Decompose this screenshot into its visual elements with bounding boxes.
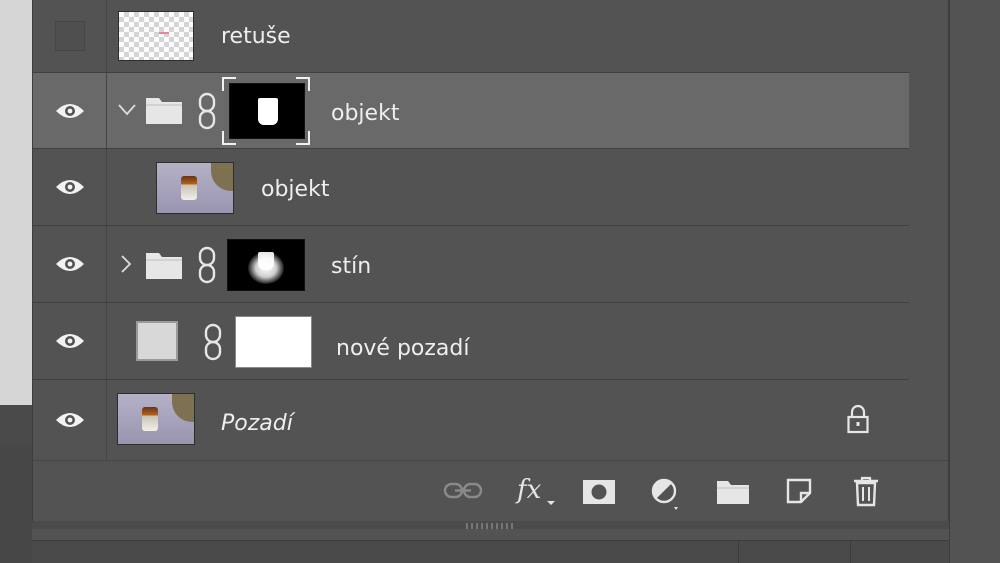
mask-jar-shape [258,252,274,270]
layer-mask-thumbnail[interactable] [227,239,305,291]
folder-icon [146,98,182,124]
layer-row-stin-group[interactable]: stín [33,226,909,303]
layer-thumbnail[interactable] [118,11,194,61]
delete-layer-icon[interactable] [851,475,881,507]
layer-thumbnail[interactable] [156,162,234,214]
eye-icon[interactable] [54,410,86,430]
photo-cloth [172,394,194,422]
layer-name[interactable]: retuše [221,24,291,49]
visibility-toggle[interactable] [33,0,107,72]
layer-mask-thumbnail[interactable] [235,316,312,368]
layer-row-objekt-group[interactable]: objekt [33,73,909,149]
fx-icon[interactable]: fx [515,473,555,507]
visibility-toggle[interactable] [33,226,107,302]
layer-name[interactable]: stín [331,254,371,279]
document-canvas-edge [0,0,32,405]
eye-icon[interactable] [54,101,86,121]
link-layers-icon[interactable] [443,480,483,502]
fill-color-swatch[interactable] [136,321,178,361]
adjustment-layer-icon[interactable] [650,477,682,511]
folder-icon [146,253,182,279]
mask-selection-frame [296,77,310,91]
photo-cloth [211,163,233,191]
panel-resize-grip[interactable] [466,523,514,529]
mask-selection-frame [296,131,310,145]
layers-panel: retuše objekt objekt stín nové pozadí Po… [32,0,949,521]
layer-thumbnail[interactable] [117,393,195,445]
photo-jar [142,407,158,431]
status-divider [738,541,739,563]
eye-icon[interactable] [54,177,86,197]
chevron-right-icon[interactable] [119,254,133,274]
mask-link-icon[interactable] [202,322,224,362]
layer-mask-thumbnail[interactable] [229,83,305,139]
layers-toolbar: fx [33,460,948,520]
dropdown-marker-icon [547,501,555,505]
layer-list: retuše objekt objekt stín nové pozadí Po… [33,0,909,460]
mask-link-icon[interactable] [196,245,218,285]
layer-row-pozadi[interactable]: Pozadí [33,380,909,460]
layer-row-objekt[interactable]: objekt [33,149,909,226]
fx-label: fx [517,475,542,505]
layer-name[interactable]: nové pozadí [336,336,469,361]
mask-selection-frame [222,77,236,91]
workspace-bottom [0,445,32,563]
visibility-toggle[interactable] [33,303,107,379]
status-bar [32,540,949,563]
chevron-down-icon[interactable] [117,103,137,117]
hidden-visibility-box[interactable] [54,21,85,51]
layer-row-retuse[interactable]: retuše [33,0,909,73]
mask-jar-shape [258,98,278,125]
mask-link-icon[interactable] [196,91,218,131]
retouch-strokes [159,32,169,34]
new-layer-icon[interactable] [785,477,813,505]
status-divider [850,541,851,563]
new-group-icon[interactable] [716,479,750,505]
eye-icon[interactable] [54,331,86,351]
photo-jar [181,176,197,200]
visibility-toggle[interactable] [33,73,107,148]
layer-name[interactable]: objekt [261,177,329,202]
add-mask-icon[interactable] [582,479,616,505]
layer-name[interactable]: objekt [331,101,399,126]
mask-selection-frame [222,131,236,145]
eye-icon[interactable] [54,254,86,274]
canvas-scroll-area [0,405,32,445]
visibility-toggle[interactable] [33,149,107,225]
right-panel-strip [949,0,1000,563]
layer-row-nove-pozadi[interactable]: nové pozadí [33,303,909,380]
layer-name[interactable]: Pozadí [221,411,293,436]
lock-icon[interactable] [846,404,870,434]
visibility-toggle[interactable] [33,380,107,460]
